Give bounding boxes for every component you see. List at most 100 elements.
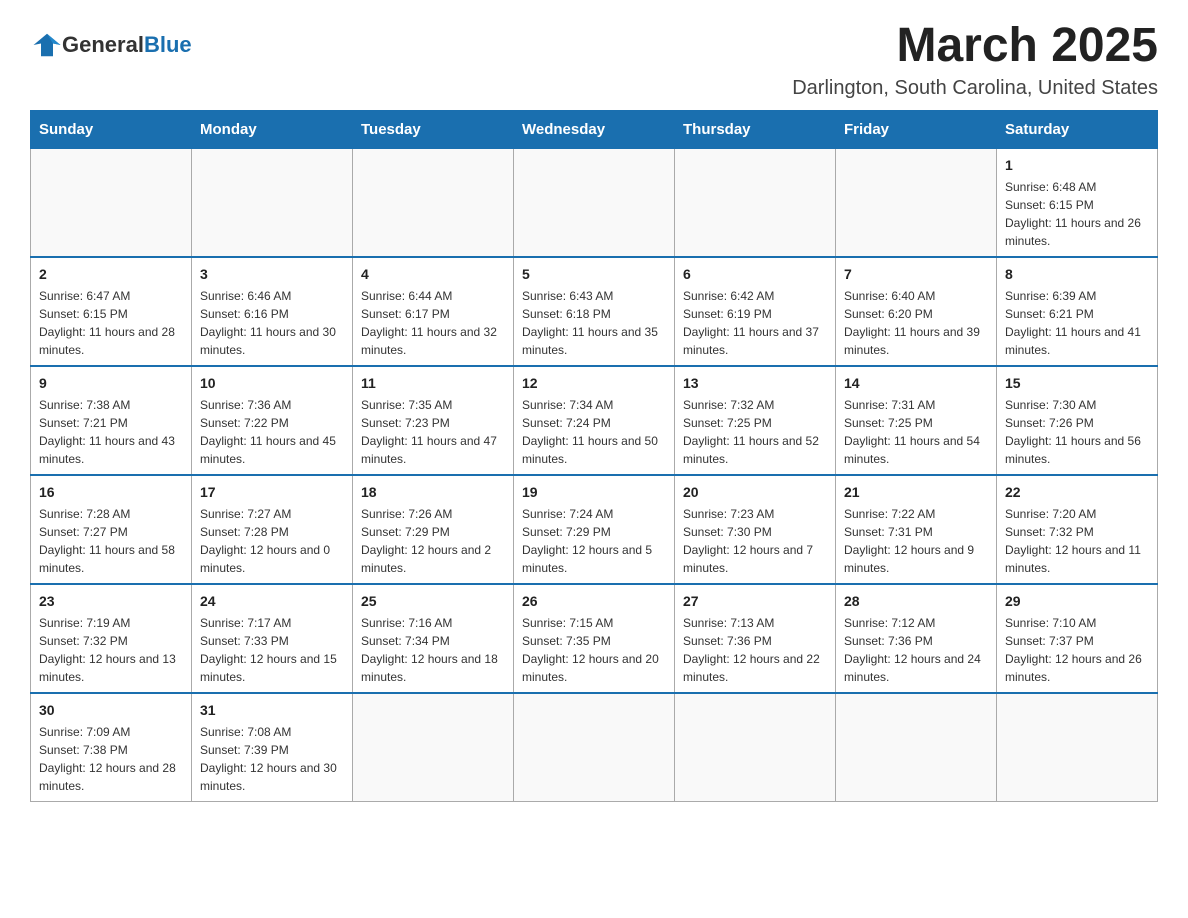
empty-cell [514,148,675,257]
day-number: 9 [39,373,183,394]
day-number: 31 [200,700,344,721]
day-number: 15 [1005,373,1149,394]
day-number: 30 [39,700,183,721]
day-info: Sunrise: 7:34 AMSunset: 7:24 PMDaylight:… [522,396,666,468]
day-cell-8: 8Sunrise: 6:39 AMSunset: 6:21 PMDaylight… [997,257,1158,366]
day-info: Sunrise: 6:39 AMSunset: 6:21 PMDaylight:… [1005,287,1149,359]
day-info: Sunrise: 7:27 AMSunset: 7:28 PMDaylight:… [200,505,344,577]
day-number: 24 [200,591,344,612]
day-info: Sunrise: 6:46 AMSunset: 6:16 PMDaylight:… [200,287,344,359]
calendar-week-row: 2Sunrise: 6:47 AMSunset: 6:15 PMDaylight… [31,257,1158,366]
day-info: Sunrise: 7:26 AMSunset: 7:29 PMDaylight:… [361,505,505,577]
day-number: 16 [39,482,183,503]
empty-cell [353,693,514,802]
empty-cell [836,693,997,802]
day-number: 8 [1005,264,1149,285]
day-cell-17: 17Sunrise: 7:27 AMSunset: 7:28 PMDayligh… [192,475,353,584]
empty-cell [836,148,997,257]
day-cell-5: 5Sunrise: 6:43 AMSunset: 6:18 PMDaylight… [514,257,675,366]
day-cell-30: 30Sunrise: 7:09 AMSunset: 7:38 PMDayligh… [31,693,192,802]
day-cell-22: 22Sunrise: 7:20 AMSunset: 7:32 PMDayligh… [997,475,1158,584]
day-cell-21: 21Sunrise: 7:22 AMSunset: 7:31 PMDayligh… [836,475,997,584]
day-number: 13 [683,373,827,394]
day-info: Sunrise: 6:44 AMSunset: 6:17 PMDaylight:… [361,287,505,359]
day-number: 14 [844,373,988,394]
empty-cell [514,693,675,802]
day-cell-12: 12Sunrise: 7:34 AMSunset: 7:24 PMDayligh… [514,366,675,475]
day-number: 2 [39,264,183,285]
day-cell-11: 11Sunrise: 7:35 AMSunset: 7:23 PMDayligh… [353,366,514,475]
day-number: 27 [683,591,827,612]
day-info: Sunrise: 6:43 AMSunset: 6:18 PMDaylight:… [522,287,666,359]
calendar-week-row: 23Sunrise: 7:19 AMSunset: 7:32 PMDayligh… [31,584,1158,693]
day-info: Sunrise: 7:16 AMSunset: 7:34 PMDaylight:… [361,614,505,686]
empty-cell [997,693,1158,802]
day-info: Sunrise: 7:20 AMSunset: 7:32 PMDaylight:… [1005,505,1149,577]
day-number: 6 [683,264,827,285]
day-info: Sunrise: 7:09 AMSunset: 7:38 PMDaylight:… [39,723,183,795]
month-year-title: March 2025 [792,20,1158,73]
day-number: 17 [200,482,344,503]
empty-cell [675,693,836,802]
logo-blue-text: Blue [144,32,192,57]
day-cell-20: 20Sunrise: 7:23 AMSunset: 7:30 PMDayligh… [675,475,836,584]
day-info: Sunrise: 7:22 AMSunset: 7:31 PMDaylight:… [844,505,988,577]
day-number: 25 [361,591,505,612]
day-info: Sunrise: 7:08 AMSunset: 7:39 PMDaylight:… [200,723,344,795]
day-number: 12 [522,373,666,394]
day-info: Sunrise: 7:17 AMSunset: 7:33 PMDaylight:… [200,614,344,686]
day-number: 10 [200,373,344,394]
day-info: Sunrise: 7:12 AMSunset: 7:36 PMDaylight:… [844,614,988,686]
location-text: Darlington, South Carolina, United State… [792,77,1158,100]
day-cell-7: 7Sunrise: 6:40 AMSunset: 6:20 PMDaylight… [836,257,997,366]
day-number: 21 [844,482,988,503]
day-number: 29 [1005,591,1149,612]
day-info: Sunrise: 6:48 AMSunset: 6:15 PMDaylight:… [1005,178,1149,250]
day-header-saturday: Saturday [997,110,1158,148]
day-number: 1 [1005,155,1149,176]
logo-icon [32,30,62,60]
day-cell-28: 28Sunrise: 7:12 AMSunset: 7:36 PMDayligh… [836,584,997,693]
day-info: Sunrise: 6:40 AMSunset: 6:20 PMDaylight:… [844,287,988,359]
day-header-wednesday: Wednesday [514,110,675,148]
page-header: GeneralBlue March 2025 Darlington, South… [30,20,1158,100]
day-number: 18 [361,482,505,503]
logo-general-text: General [62,32,144,57]
day-number: 26 [522,591,666,612]
day-cell-14: 14Sunrise: 7:31 AMSunset: 7:25 PMDayligh… [836,366,997,475]
day-info: Sunrise: 7:10 AMSunset: 7:37 PMDaylight:… [1005,614,1149,686]
day-cell-10: 10Sunrise: 7:36 AMSunset: 7:22 PMDayligh… [192,366,353,475]
day-number: 19 [522,482,666,503]
day-cell-15: 15Sunrise: 7:30 AMSunset: 7:26 PMDayligh… [997,366,1158,475]
day-cell-29: 29Sunrise: 7:10 AMSunset: 7:37 PMDayligh… [997,584,1158,693]
day-info: Sunrise: 7:15 AMSunset: 7:35 PMDaylight:… [522,614,666,686]
day-info: Sunrise: 7:38 AMSunset: 7:21 PMDaylight:… [39,396,183,468]
logo: GeneralBlue [30,30,192,60]
day-header-thursday: Thursday [675,110,836,148]
day-number: 4 [361,264,505,285]
day-info: Sunrise: 7:30 AMSunset: 7:26 PMDaylight:… [1005,396,1149,468]
day-cell-4: 4Sunrise: 6:44 AMSunset: 6:17 PMDaylight… [353,257,514,366]
day-cell-1: 1Sunrise: 6:48 AMSunset: 6:15 PMDaylight… [997,148,1158,257]
day-number: 5 [522,264,666,285]
day-header-tuesday: Tuesday [353,110,514,148]
day-cell-18: 18Sunrise: 7:26 AMSunset: 7:29 PMDayligh… [353,475,514,584]
empty-cell [192,148,353,257]
day-header-friday: Friday [836,110,997,148]
title-block: March 2025 Darlington, South Carolina, U… [792,20,1158,100]
day-info: Sunrise: 7:23 AMSunset: 7:30 PMDaylight:… [683,505,827,577]
day-cell-23: 23Sunrise: 7:19 AMSunset: 7:32 PMDayligh… [31,584,192,693]
day-cell-24: 24Sunrise: 7:17 AMSunset: 7:33 PMDayligh… [192,584,353,693]
day-info: Sunrise: 7:24 AMSunset: 7:29 PMDaylight:… [522,505,666,577]
day-info: Sunrise: 6:42 AMSunset: 6:19 PMDaylight:… [683,287,827,359]
day-info: Sunrise: 6:47 AMSunset: 6:15 PMDaylight:… [39,287,183,359]
day-number: 20 [683,482,827,503]
day-cell-13: 13Sunrise: 7:32 AMSunset: 7:25 PMDayligh… [675,366,836,475]
day-number: 11 [361,373,505,394]
empty-cell [675,148,836,257]
day-cell-9: 9Sunrise: 7:38 AMSunset: 7:21 PMDaylight… [31,366,192,475]
day-info: Sunrise: 7:31 AMSunset: 7:25 PMDaylight:… [844,396,988,468]
day-info: Sunrise: 7:13 AMSunset: 7:36 PMDaylight:… [683,614,827,686]
day-number: 3 [200,264,344,285]
day-info: Sunrise: 7:19 AMSunset: 7:32 PMDaylight:… [39,614,183,686]
